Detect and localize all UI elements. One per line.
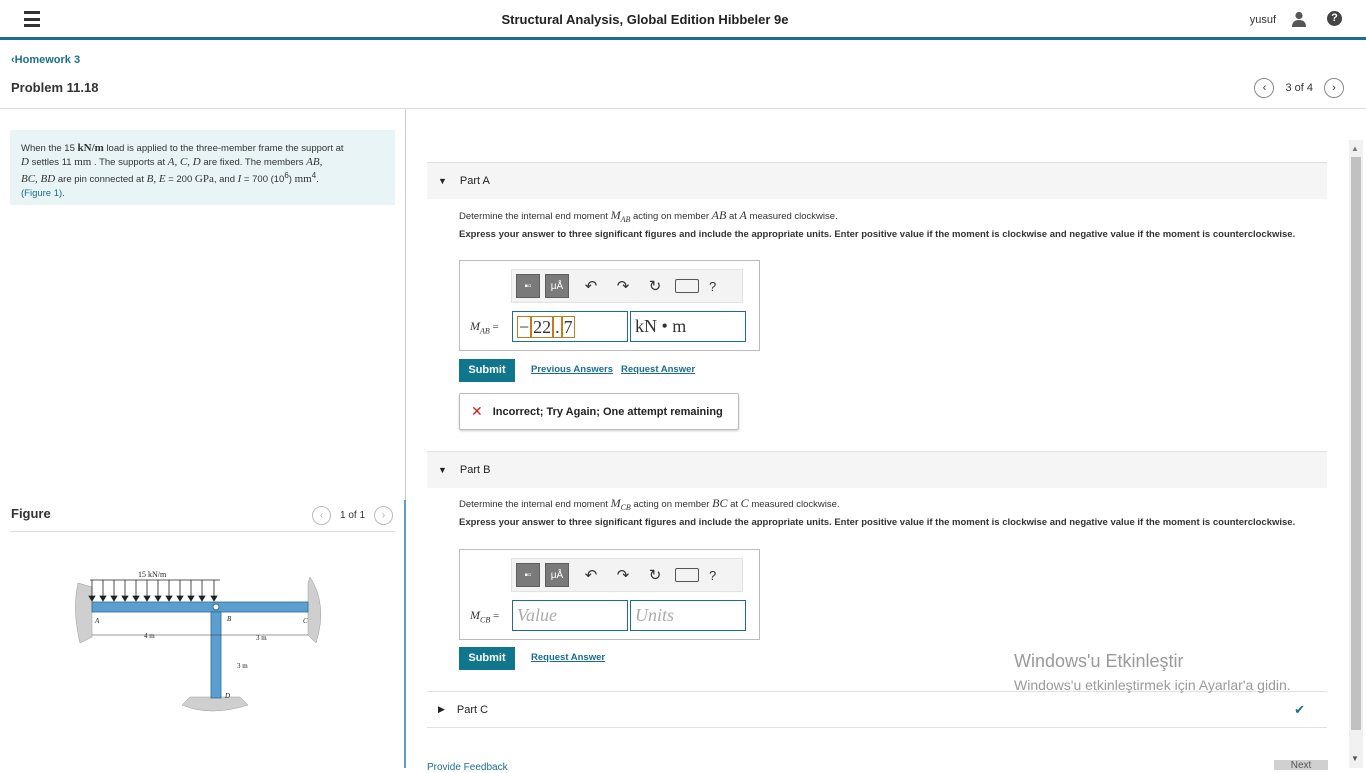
next-problem-button[interactable]: › <box>1324 78 1344 98</box>
collapse-icon: ▼ <box>438 176 447 186</box>
problem-statement: When the 15 kN/m load is applied to the … <box>10 130 395 205</box>
part-a-request-answer-link[interactable]: Request Answer <box>621 364 695 375</box>
previous-problem-button[interactable]: ‹ <box>1254 78 1275 98</box>
scroll-up-arrow-icon[interactable]: ▲ <box>1351 144 1359 153</box>
answer-variable-label: MCB = <box>470 608 500 625</box>
units-input[interactable]: Units <box>630 600 746 631</box>
problem-pager: ‹ 3 of 4 › <box>1254 78 1344 98</box>
reset-icon[interactable]: ↻ <box>645 565 665 585</box>
part-b-submit-button[interactable]: Submit <box>459 647 515 670</box>
page-indicator: 3 of 4 <box>1285 82 1313 94</box>
redo-icon[interactable]: ↷ <box>613 565 633 585</box>
problem-title: Problem 11.18 <box>11 80 99 95</box>
redo-icon[interactable]: ↷ <box>613 276 633 296</box>
math-toolbar: ▪▫ μÅ ↶ ↷ ↻ ? <box>511 269 743 303</box>
toolbar-help-icon[interactable]: ? <box>709 568 716 583</box>
figure-divider <box>10 531 395 532</box>
collapse-icon: ▼ <box>438 465 447 475</box>
activation-watermark-text: Windows'u etkinleştirmek için Ayarlar'a … <box>1014 677 1291 693</box>
part-a-label: Part A <box>459 175 490 187</box>
user-icon[interactable] <box>1292 11 1306 27</box>
next-figure-button[interactable]: › <box>374 506 394 525</box>
units-button[interactable]: μÅ <box>545 563 569 587</box>
completed-check-icon: ✔ <box>1294 702 1305 717</box>
scrollbar-thumb[interactable] <box>1351 157 1361 730</box>
expand-icon: ▶ <box>438 704 445 714</box>
column-divider <box>405 109 406 509</box>
svg-text:4 m: 4 m <box>144 632 155 640</box>
undo-icon[interactable]: ↶ <box>581 276 601 296</box>
header-divider <box>0 108 1366 109</box>
part-c-header[interactable]: ▶ Part C ✔ <box>427 691 1327 728</box>
back-to-homework-link[interactable]: ‹Homework 3 <box>11 54 80 66</box>
part-a-header[interactable]: ▼ Part A <box>427 162 1327 199</box>
reset-icon[interactable]: ↻ <box>645 276 665 296</box>
part-b-label: Part B <box>459 464 491 476</box>
user-name[interactable]: yusuf <box>1250 14 1276 26</box>
svg-text:C: C <box>303 617 308 625</box>
keyboard-icon[interactable] <box>675 279 699 293</box>
previous-figure-button[interactable]: ‹ <box>312 506 331 525</box>
units-button[interactable]: μÅ <box>545 274 569 298</box>
activation-watermark-title: Windows'u Etkinleştir <box>1014 651 1184 671</box>
templates-button[interactable]: ▪▫ <box>516 274 540 298</box>
incorrect-icon: ✕ <box>471 403 483 419</box>
scroll-down-arrow-icon[interactable]: ▼ <box>1351 754 1359 763</box>
keyboard-icon[interactable] <box>675 568 699 582</box>
help-icon[interactable]: ? <box>1327 11 1342 26</box>
svg-text:15 kN/m: 15 kN/m <box>138 570 167 579</box>
figure-heading: Figure <box>11 506 51 521</box>
next-button[interactable]: Next <box>1274 760 1328 771</box>
part-a-submit-button[interactable]: Submit <box>459 359 515 382</box>
svg-text:3 m: 3 m <box>237 662 248 670</box>
figure-pager: ‹ 1 of 1 › <box>312 506 394 525</box>
math-toolbar: ▪▫ μÅ ↶ ↷ ↻ ? <box>511 558 743 592</box>
book-title: Structural Analysis, Global Edition Hibb… <box>501 12 789 27</box>
templates-button[interactable]: ▪▫ <box>516 563 540 587</box>
value-input[interactable]: Value <box>512 600 628 631</box>
previous-answers-link[interactable]: Previous Answers <box>531 364 613 375</box>
figure-link[interactable]: (Figure 1) <box>21 188 62 199</box>
part-a-answer-box: ▪▫ μÅ ↶ ↷ ↻ ? MAB = −22. 7 kN • m <box>459 260 760 351</box>
part-b-answer-box: ▪▫ μÅ ↶ ↷ ↻ ? MCB = Value Units <box>459 549 760 640</box>
svg-text:D: D <box>224 692 230 700</box>
figure-page-indicator: 1 of 1 <box>340 510 366 521</box>
frame-figure: 15 kN/m 4 m 3 m 3 m A B C D <box>75 570 321 712</box>
toolbar-help-icon[interactable]: ? <box>709 279 716 294</box>
units-input[interactable]: kN • m <box>630 311 746 342</box>
part-b-header[interactable]: ▼ Part B <box>427 451 1327 488</box>
part-b-question: Determine the internal end moment MCB ac… <box>459 496 840 512</box>
svg-text:3 m: 3 m <box>256 634 267 642</box>
part-b-request-answer-link[interactable]: Request Answer <box>531 652 605 663</box>
column-divider-active[interactable] <box>404 500 406 768</box>
feedback-text: Incorrect; Try Again; One attempt remain… <box>492 405 723 418</box>
undo-icon[interactable]: ↶ <box>581 565 601 585</box>
part-a-question: Determine the internal end moment MAB ac… <box>459 208 838 224</box>
svg-text:B: B <box>227 615 232 623</box>
part-a-instructions: Express your answer to three significant… <box>459 229 1296 240</box>
value-input[interactable]: −22. 7 <box>512 311 628 342</box>
part-c-label: Part C <box>456 703 489 716</box>
feedback-message: ✕ Incorrect; Try Again; One attempt rema… <box>459 393 739 430</box>
svg-text:A: A <box>94 617 100 625</box>
back-link-label: Homework 3 <box>14 54 81 66</box>
part-b-instructions: Express your answer to three significant… <box>459 517 1296 528</box>
answer-variable-label: MAB = <box>470 319 499 336</box>
top-bar: Structural Analysis, Global Edition Hibb… <box>0 0 1366 40</box>
